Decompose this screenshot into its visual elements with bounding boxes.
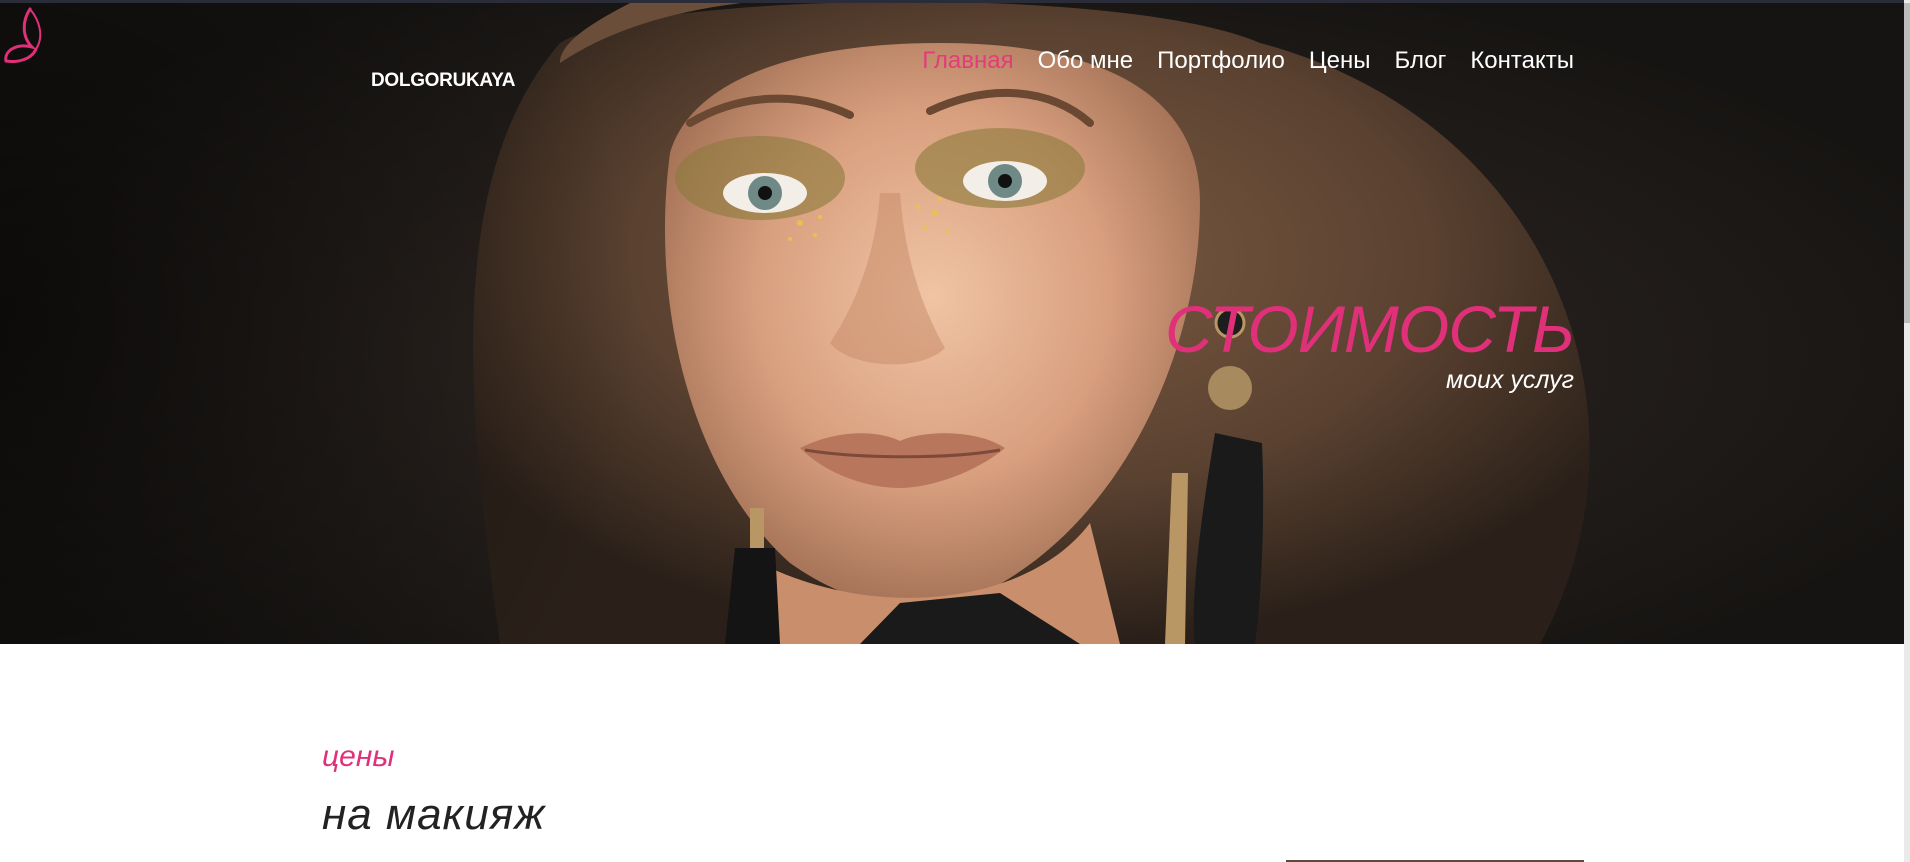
hero-subtitle: моих услуг (1445, 366, 1574, 394)
nav-item-home[interactable]: Главная (922, 47, 1013, 75)
section-title: на макияж (322, 790, 546, 839)
page-scrollbar[interactable] (1904, 0, 1910, 862)
butterfly-logo-icon[interactable] (0, 3, 180, 69)
nav-item-about[interactable]: Обо мне (1038, 47, 1134, 75)
section-label: цены (322, 740, 395, 773)
main-navigation: Главная Обо мне Портфолио Цены Блог Конт… (922, 47, 1574, 75)
logo-text[interactable]: DOLGORUKAYA (371, 70, 515, 92)
scrollbar-thumb[interactable] (1904, 3, 1910, 323)
hero-title: СТОИМОСТЬ (1165, 292, 1575, 366)
nav-item-prices[interactable]: Цены (1309, 47, 1371, 75)
hero-banner: DOLGORUKAYA Главная Обо мне Портфолио Це… (0, 3, 1904, 644)
nav-item-blog[interactable]: Блог (1394, 47, 1446, 75)
nav-item-portfolio[interactable]: Портфолио (1157, 47, 1285, 75)
nav-item-contacts[interactable]: Контакты (1470, 47, 1574, 75)
hero-portrait-image (0, 3, 1590, 644)
